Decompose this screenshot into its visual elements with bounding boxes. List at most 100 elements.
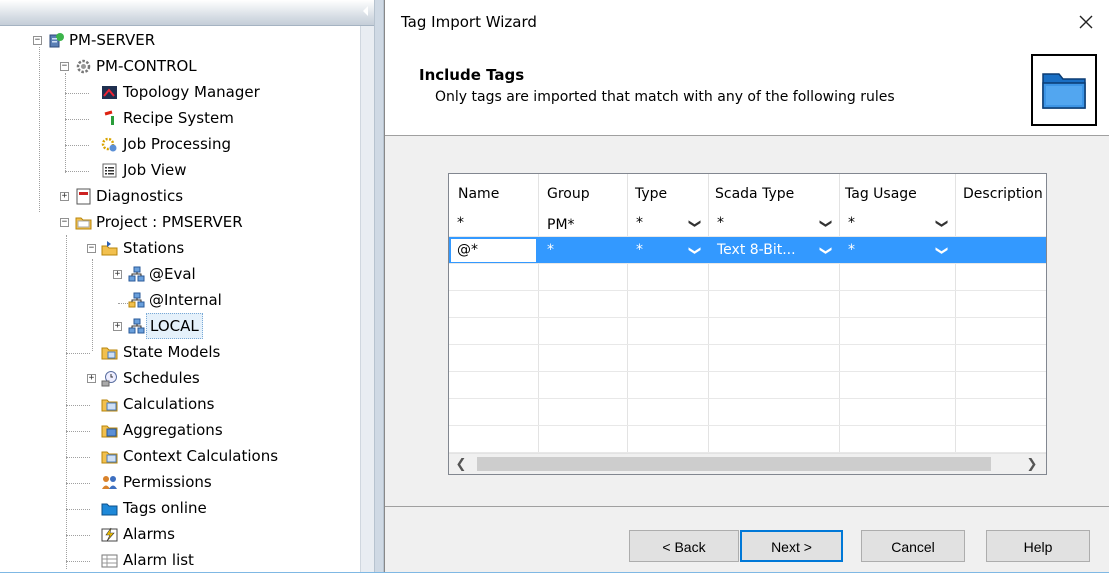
tree-item-label: LOCAL bbox=[146, 313, 203, 339]
tree-item-label: Context Calculations bbox=[123, 447, 279, 465]
scada-type-dropdown-chevron-icon[interactable]: ❯ bbox=[813, 215, 840, 233]
tree-item-label: PM-CONTROL bbox=[96, 57, 197, 75]
tag-usage-dropdown-chevron-icon[interactable]: ❯ bbox=[929, 215, 956, 233]
cell-name[interactable]: * bbox=[449, 210, 539, 237]
tree-item-label: Job View bbox=[123, 161, 187, 179]
tree-panel-header bbox=[0, 0, 374, 26]
tree-item-label: @Eval bbox=[149, 265, 196, 283]
column-header-scada-type[interactable]: Scada Type bbox=[715, 186, 794, 202]
alarm-icon bbox=[101, 527, 118, 542]
expand-expander-icon[interactable]: + bbox=[113, 322, 122, 331]
cell-tag-usage[interactable]: * bbox=[840, 210, 935, 237]
wizard-header: Include Tags Only tags are imported that… bbox=[385, 44, 1109, 136]
network-icon bbox=[128, 266, 145, 282]
folder-icon bbox=[101, 399, 118, 412]
next-button[interactable]: Next > bbox=[740, 530, 843, 562]
scroll-left-icon[interactable]: ❮ bbox=[451, 454, 471, 474]
tree-item-label: State Models bbox=[123, 343, 221, 361]
close-icon[interactable] bbox=[1076, 12, 1096, 32]
scroll-right-icon[interactable]: ❯ bbox=[1022, 454, 1042, 474]
wizard-header-image bbox=[1031, 54, 1097, 126]
cell-scada-type[interactable]: Text 8-Bit... bbox=[709, 237, 815, 264]
column-header-description[interactable]: Description bbox=[963, 186, 1043, 202]
tree-item-label: Stations bbox=[123, 239, 185, 257]
expand-expander-icon[interactable]: + bbox=[60, 192, 69, 201]
folder-icon bbox=[101, 347, 118, 360]
scrollbar-thumb[interactable] bbox=[477, 457, 991, 471]
collapse-expander-icon[interactable]: − bbox=[87, 244, 96, 253]
empty-row bbox=[449, 426, 1046, 453]
expand-expander-icon[interactable]: + bbox=[87, 374, 96, 383]
empty-row bbox=[449, 345, 1046, 372]
cell-group[interactable]: PM* bbox=[539, 210, 628, 237]
tree-item-label: Topology Manager bbox=[123, 83, 260, 101]
cell-tag-usage[interactable]: * bbox=[840, 237, 935, 264]
type-dropdown-chevron-icon[interactable]: ❯ bbox=[682, 215, 709, 233]
stations-icon bbox=[101, 241, 118, 256]
empty-row bbox=[449, 372, 1046, 399]
collapse-expander-icon[interactable]: − bbox=[60, 218, 69, 227]
schedule-icon bbox=[101, 371, 117, 387]
footer-separator bbox=[385, 506, 1109, 507]
cell-type[interactable]: * bbox=[628, 237, 688, 264]
help-button[interactable]: Help bbox=[986, 530, 1090, 562]
grid-header: Name Group Type Scada Type Tag Usage Des… bbox=[449, 174, 1046, 214]
wizard-step-subtitle: Only tags are imported that match with a… bbox=[435, 89, 895, 105]
tree-item-label: Job Processing bbox=[123, 135, 231, 153]
folder-icon bbox=[75, 217, 92, 230]
tag-usage-dropdown-chevron-icon[interactable]: ❯ bbox=[929, 242, 956, 260]
tree-item-label: @Internal bbox=[149, 291, 222, 309]
empty-row bbox=[449, 291, 1046, 318]
folder-icon bbox=[101, 425, 118, 438]
table-row[interactable]: * PM* * ❯ * ❯ * ❯ bbox=[449, 210, 1046, 237]
server-icon bbox=[49, 33, 64, 48]
cancel-button[interactable]: Cancel bbox=[861, 530, 965, 562]
name-edit-input[interactable]: @* bbox=[450, 238, 537, 263]
cell-type[interactable]: * bbox=[628, 210, 688, 237]
scada-type-dropdown-chevron-icon[interactable]: ❯ bbox=[813, 242, 840, 260]
collapse-expander-icon[interactable]: − bbox=[60, 62, 69, 71]
network-icon bbox=[128, 318, 145, 334]
cell-scada-type[interactable]: * bbox=[709, 210, 819, 237]
type-dropdown-chevron-icon[interactable]: ❯ bbox=[682, 242, 709, 260]
tree-item-label: Project : PMSERVER bbox=[96, 213, 243, 231]
panel-splitter[interactable] bbox=[374, 0, 384, 572]
column-header-tag-usage[interactable]: Tag Usage bbox=[845, 186, 917, 202]
tree-item-label: Diagnostics bbox=[96, 187, 184, 205]
back-button[interactable]: < Back bbox=[629, 530, 739, 562]
tree-item-label: Alarm list bbox=[123, 551, 194, 569]
tree-item-label: Recipe System bbox=[123, 109, 234, 127]
empty-row bbox=[449, 399, 1046, 426]
project-tree-panel: − PM-SERVER − PM-CONTROL Topology Manage… bbox=[0, 0, 374, 572]
column-header-name[interactable]: Name bbox=[458, 186, 499, 202]
table-icon bbox=[101, 554, 118, 568]
cell-description[interactable] bbox=[956, 210, 1046, 237]
tree-item-label: Calculations bbox=[123, 395, 215, 413]
empty-row bbox=[449, 264, 1046, 291]
job-processing-icon bbox=[101, 137, 117, 152]
wizard-step-title: Include Tags bbox=[419, 66, 525, 84]
cell-description[interactable] bbox=[956, 237, 1046, 264]
cell-group[interactable]: * bbox=[539, 237, 628, 264]
tree-scrollbar[interactable] bbox=[360, 26, 374, 572]
include-rules-grid: Name Group Type Scada Type Tag Usage Des… bbox=[448, 173, 1047, 475]
tag-folder-icon bbox=[101, 503, 118, 516]
diagnostics-icon bbox=[76, 188, 91, 205]
expand-expander-icon[interactable]: + bbox=[113, 270, 122, 279]
column-header-group[interactable]: Group bbox=[547, 186, 590, 202]
dialog-title: Tag Import Wizard bbox=[401, 13, 537, 31]
tag-folder-icon bbox=[1042, 73, 1086, 109]
table-row-selected[interactable]: @* * * ❯ Text 8-Bit... ❯ * ❯ bbox=[449, 237, 1046, 264]
tree-item-label: Tags online bbox=[123, 499, 207, 517]
recipe-icon bbox=[104, 110, 114, 125]
collapse-expander-icon[interactable]: − bbox=[33, 36, 42, 45]
tree-item-label: PM-SERVER bbox=[69, 31, 156, 49]
horizontal-scrollbar[interactable]: ❮ ❯ bbox=[449, 453, 1046, 474]
network-icon bbox=[128, 292, 145, 308]
tree-item-label: Aggregations bbox=[123, 421, 223, 439]
tree-item-label: Permissions bbox=[123, 473, 212, 491]
users-icon bbox=[102, 476, 117, 489]
empty-row bbox=[449, 318, 1046, 345]
column-header-type[interactable]: Type bbox=[635, 186, 667, 202]
collapse-panel-icon[interactable] bbox=[363, 6, 368, 16]
